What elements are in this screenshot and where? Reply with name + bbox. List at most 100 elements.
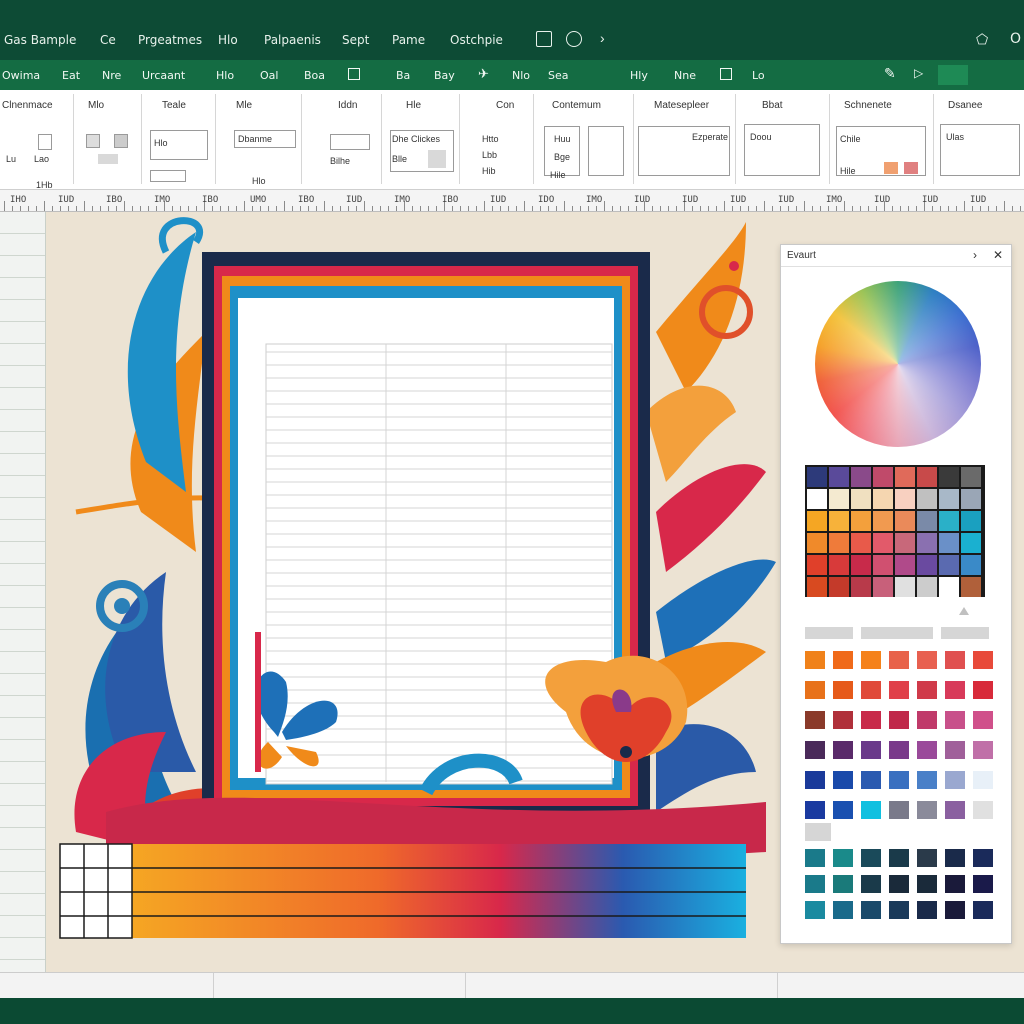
palette-swatch[interactable] <box>973 849 993 867</box>
palette-swatch[interactable] <box>833 801 853 819</box>
palette-swatch[interactable] <box>945 771 965 789</box>
palette-swatch[interactable] <box>889 741 909 759</box>
color-swatch[interactable] <box>917 489 937 509</box>
style-dropdown[interactable] <box>150 170 186 182</box>
color-swatch[interactable] <box>807 489 827 509</box>
palette-swatch[interactable] <box>805 681 825 699</box>
color-swatch[interactable] <box>939 533 959 553</box>
title-item-6[interactable]: Pame <box>392 33 425 47</box>
color-swatch[interactable] <box>961 511 981 531</box>
title-item-0[interactable]: Gas Bample <box>4 33 76 47</box>
color-swatch[interactable] <box>939 555 959 575</box>
tab-10[interactable]: Sea <box>548 69 569 82</box>
color-swatch[interactable] <box>917 533 937 553</box>
color-swatch[interactable] <box>807 533 827 553</box>
color-swatch[interactable] <box>961 555 981 575</box>
palette-swatch[interactable] <box>889 711 909 729</box>
gradient-table[interactable] <box>58 842 758 940</box>
palette-swatch[interactable] <box>917 875 937 893</box>
color-swatch[interactable] <box>829 555 849 575</box>
expand-icon[interactable]: › <box>973 248 977 262</box>
color-swatch[interactable] <box>829 489 849 509</box>
color-swatch[interactable] <box>829 511 849 531</box>
color-swatch[interactable] <box>873 533 893 553</box>
palette-swatch[interactable] <box>973 681 993 699</box>
palette-swatch[interactable] <box>861 681 881 699</box>
palette-swatch[interactable] <box>889 875 909 893</box>
palette-swatch[interactable] <box>945 741 965 759</box>
title-item-3[interactable]: Hlo <box>218 33 238 47</box>
palette-swatch[interactable] <box>861 741 881 759</box>
color-swatch[interactable] <box>895 533 915 553</box>
palette-swatch[interactable] <box>889 801 909 819</box>
color-swatch[interactable] <box>807 555 827 575</box>
palette-swatch[interactable] <box>945 651 965 669</box>
color-swatch[interactable] <box>829 577 849 597</box>
tab-1[interactable]: Eat <box>62 69 80 82</box>
palette-swatch[interactable] <box>889 901 909 919</box>
palette-swatch[interactable] <box>973 801 993 819</box>
pen-icon[interactable]: ✎ <box>884 65 896 82</box>
color-swatch[interactable] <box>961 533 981 553</box>
palette-swatch[interactable] <box>833 849 853 867</box>
title-item-5[interactable]: Sept <box>342 33 369 47</box>
color-swatch[interactable] <box>895 555 915 575</box>
accent-button[interactable] <box>938 65 968 85</box>
tab-13[interactable]: Lo <box>752 69 765 82</box>
collapse-triangle-icon[interactable] <box>959 607 969 615</box>
palette-swatch[interactable] <box>917 681 937 699</box>
palette-swatch[interactable] <box>833 741 853 759</box>
color-swatch[interactable] <box>917 511 937 531</box>
color-swatch[interactable] <box>851 577 871 597</box>
ribbon-label[interactable]: Huu <box>554 134 571 144</box>
palette-swatch[interactable] <box>973 901 993 919</box>
color-swatch[interactable] <box>807 511 827 531</box>
color-swatch[interactable] <box>895 467 915 487</box>
ribbon-label[interactable]: Bge <box>554 152 570 162</box>
sheet-icon[interactable] <box>720 68 732 80</box>
color-swatch[interactable] <box>873 467 893 487</box>
ribbon-label[interactable]: Bilhe <box>330 156 350 166</box>
color-swatch[interactable] <box>895 577 915 597</box>
color-swatch[interactable] <box>939 511 959 531</box>
table-icon[interactable] <box>348 68 360 80</box>
color-swatch[interactable] <box>939 467 959 487</box>
palette-swatch[interactable] <box>805 771 825 789</box>
palette-swatch[interactable] <box>917 771 937 789</box>
palette-swatch[interactable] <box>917 651 937 669</box>
ribbon-label[interactable]: Dbanme <box>238 134 272 144</box>
tab-3[interactable]: Urcaant <box>142 69 185 82</box>
circle-icon[interactable] <box>566 31 582 47</box>
palette-swatch[interactable] <box>805 741 825 759</box>
palette-swatch[interactable] <box>945 849 965 867</box>
palette-swatch[interactable] <box>805 711 825 729</box>
format-box-2[interactable] <box>588 126 624 176</box>
palette-swatch[interactable] <box>861 771 881 789</box>
palette-swatch[interactable] <box>973 875 993 893</box>
color-swatch[interactable] <box>873 489 893 509</box>
ribbon-label[interactable]: Chile <box>840 134 861 144</box>
title-item-4[interactable]: Palpaenis <box>264 33 321 47</box>
font-icon[interactable] <box>86 134 100 148</box>
color-swatch[interactable] <box>873 555 893 575</box>
palette-swatch[interactable] <box>805 801 825 819</box>
palette-swatch[interactable] <box>805 901 825 919</box>
color-swatch[interactable] <box>961 489 981 509</box>
palette-swatch[interactable] <box>833 711 853 729</box>
grid-icon[interactable] <box>536 31 552 47</box>
palette-swatch[interactable] <box>861 901 881 919</box>
palette-swatch[interactable] <box>861 849 881 867</box>
palette-swatch[interactable] <box>805 651 825 669</box>
color-swatch[interactable] <box>895 511 915 531</box>
ribbon-label[interactable]: Doou <box>750 132 772 142</box>
palette-swatch[interactable] <box>889 849 909 867</box>
palette-swatch[interactable] <box>945 901 965 919</box>
bird-icon[interactable]: ✈ <box>478 66 489 82</box>
palette-swatch[interactable] <box>945 681 965 699</box>
font-size-box[interactable] <box>98 154 118 164</box>
palette-swatch[interactable] <box>861 651 881 669</box>
tab-11[interactable]: Hly <box>630 69 648 82</box>
ribbon-label[interactable]: Lao <box>34 154 49 164</box>
ribbon-label[interactable]: Blle <box>392 154 407 164</box>
tab-9[interactable]: Nlo <box>512 69 530 82</box>
